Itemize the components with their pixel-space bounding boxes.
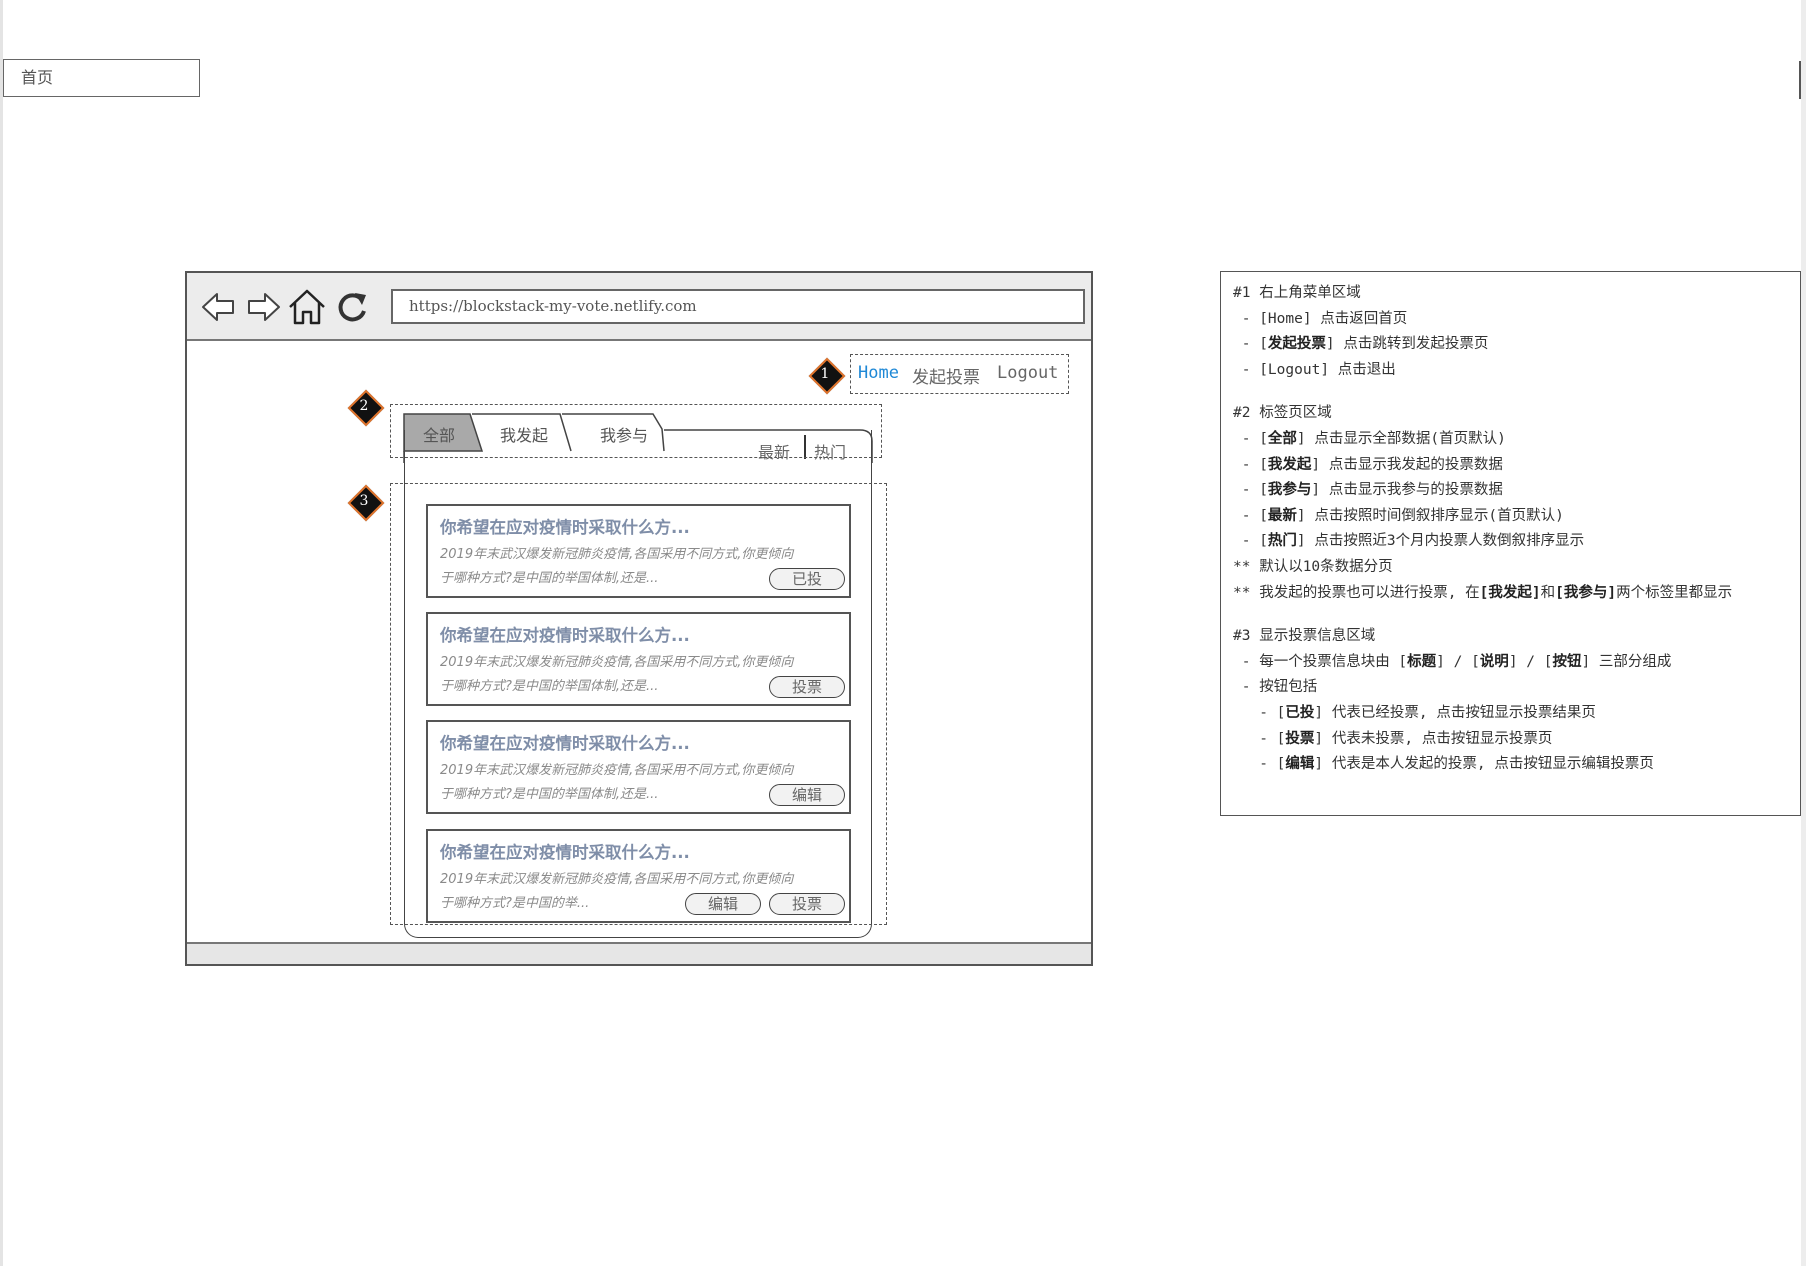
note-line: - [Logout] 点击退出 [1233,361,1396,378]
refresh-icon[interactable] [333,287,373,327]
region-marker-3-label: 3 [359,493,369,509]
back-arrow-icon[interactable] [199,287,239,327]
note-line: ** 默认以10条数据分页 [1233,558,1393,575]
note-heading-2: #2 标签页区域 [1233,405,1332,422]
vote-card[interactable]: 你希望在应对疫情时采取什么方... 2019年末武汉爆发新冠肺炎疫情,各国采用不… [426,504,851,598]
canvas-left-edge [0,0,3,1266]
edit-button[interactable]: 编辑 [769,784,845,806]
vote-card-title: 你希望在应对疫情时采取什么方... [440,843,690,862]
page-tab-home[interactable]: 首页 [3,59,200,97]
note-line: - [发起投票] 点击跳转到发起投票页 [1233,336,1489,353]
note-line: - [我参与] 点击显示我参与的投票数据 [1233,482,1503,499]
browser-toolbar: https://blockstack-my-vote.netlify.com [187,273,1091,341]
menu-home-link[interactable]: Home [858,363,899,383]
note-line: ** 我发起的投票也可以进行投票, 在[我发起]和[我参与]两个标签里都显示 [1233,584,1733,601]
note-line: - [热门] 点击按照近3个月内投票人数倒叙排序显示 [1233,533,1585,550]
canvas-right-edge [1801,0,1806,1266]
note-line: - [我发起] 点击显示我发起的投票数据 [1233,456,1503,473]
canvas-right-marker [1799,61,1801,99]
note-line: - [最新] 点击按照时间倒叙排序显示(首页默认) [1233,507,1564,524]
vote-card[interactable]: 你希望在应对疫情时采取什么方... 2019年末武汉爆发新冠肺炎疫情,各国采用不… [426,720,851,814]
note-line: - [Home] 点击返回首页 [1233,310,1408,327]
vote-button[interactable]: 投票 [769,893,845,915]
vote-card-title: 你希望在应对疫情时采取什么方... [440,734,690,753]
menu-create-vote-link[interactable]: 发起投票 [912,363,980,388]
browser-statusbar [187,942,1091,964]
note-line: - [编辑] 代表是本人发起的投票, 点击按钮显示编辑投票页 [1233,756,1654,773]
note-line: - [投票] 代表未投票, 点击按钮显示投票页 [1233,730,1553,747]
note-line: - 每一个投票信息块由 [标题] / [说明] / [按钮] 三部分组成 [1233,653,1672,670]
note-line: - 按钮包括 [1233,679,1318,696]
vote-card[interactable]: 你希望在应对疫情时采取什么方... 2019年末武汉爆发新冠肺炎疫情,各国采用不… [426,829,851,923]
vote-button[interactable]: 投票 [769,676,845,698]
region-marker-2-label: 2 [359,398,369,414]
annotation-notes-panel: #1 右上角菜单区域 - [Home] 点击返回首页 - [发起投票] 点击跳转… [1220,271,1801,816]
edit-button[interactable]: 编辑 [685,893,761,915]
region-marker-1-label: 1 [820,366,830,382]
voted-button[interactable]: 已投 [769,568,845,590]
forward-arrow-icon[interactable] [243,287,283,327]
note-line: - [全部] 点击显示全部数据(首页默认) [1233,430,1506,447]
note-heading-1: #1 右上角菜单区域 [1233,285,1361,301]
vote-card-title: 你希望在应对疫情时采取什么方... [440,518,690,537]
vote-card-title: 你希望在应对疫情时采取什么方... [440,626,690,645]
note-heading-3: #3 显示投票信息区域 [1233,628,1376,645]
home-icon[interactable] [287,287,327,327]
menu-logout-link[interactable]: Logout [997,363,1058,383]
vote-card[interactable]: 你希望在应对疫情时采取什么方... 2019年末武汉爆发新冠肺炎疫情,各国采用不… [426,612,851,706]
note-line: - [已投] 代表已经投票, 点击按钮显示投票结果页 [1233,704,1596,721]
url-bar[interactable]: https://blockstack-my-vote.netlify.com [391,289,1085,324]
